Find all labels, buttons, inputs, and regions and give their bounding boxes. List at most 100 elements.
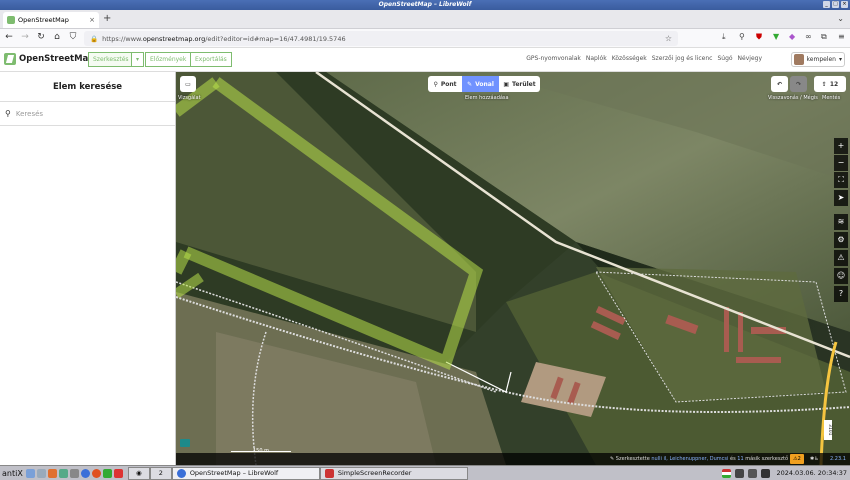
nav-link-diaries[interactable]: Naplók bbox=[586, 55, 607, 62]
avatar bbox=[794, 54, 804, 65]
preferences-icon[interactable]: ☺ bbox=[834, 268, 848, 284]
network-icon[interactable] bbox=[748, 468, 758, 478]
system-tray: 2024.03.06. 20:34:37 bbox=[721, 468, 850, 478]
volume-icon[interactable] bbox=[735, 468, 745, 478]
extension-c-icon[interactable]: ◆ bbox=[789, 32, 795, 41]
url-text: https://www.openstreetmap.org/edit?edito… bbox=[102, 34, 346, 43]
add-point-button[interactable]: ⚲ Pont bbox=[428, 76, 462, 92]
tab-close-icon[interactable]: × bbox=[89, 16, 95, 24]
reload-icon[interactable]: ↻ bbox=[35, 32, 47, 42]
media-icon[interactable] bbox=[113, 468, 123, 478]
map-pin-icon: ⚲ bbox=[433, 80, 438, 88]
undo-button[interactable]: ↶ bbox=[771, 76, 788, 92]
shield-icon[interactable]: ⛉ bbox=[67, 32, 79, 42]
bookmark-star-icon[interactable]: ☆ bbox=[665, 34, 672, 43]
clock[interactable]: 2024.03.06. 20:34:37 bbox=[773, 469, 850, 477]
osm-favicon-icon bbox=[7, 16, 15, 24]
view-label: Vizsgálat bbox=[178, 95, 201, 101]
taskbar-window-recorder[interactable]: SimpleScreenRecorder bbox=[319, 466, 468, 480]
help-icon[interactable]: ? bbox=[834, 286, 848, 302]
browser-icon[interactable] bbox=[80, 468, 90, 478]
toggle-sidebar-button[interactable]: ▭ bbox=[180, 76, 196, 92]
pencil-icon: ✎ bbox=[467, 80, 473, 88]
librewolf-launcher-icon[interactable]: ◉ bbox=[127, 466, 150, 480]
imagery-logo-icon bbox=[180, 439, 190, 447]
export-button[interactable]: Exportálás bbox=[190, 52, 232, 67]
feature-search[interactable]: ⚲ Keresés bbox=[0, 102, 175, 126]
background-layers-icon[interactable]: ≋ bbox=[834, 214, 848, 230]
sidebar: Elem keresése ⚲ Keresés bbox=[0, 72, 176, 465]
extension-d-icon[interactable]: ∞ bbox=[805, 32, 812, 41]
redo-button[interactable]: ↷ bbox=[790, 76, 807, 92]
zoom-out-icon[interactable]: − bbox=[834, 155, 848, 171]
search-input[interactable]: Keresés bbox=[16, 110, 43, 118]
search-icon: ⚲ bbox=[5, 109, 11, 118]
nav-link-gps-traces[interactable]: GPS-nyomvonalak bbox=[526, 55, 581, 62]
edit-dropdown-button[interactable]: ▾ bbox=[131, 52, 144, 67]
terminal-icon[interactable] bbox=[25, 468, 35, 478]
issues-badge[interactable]: ⚠2 bbox=[790, 454, 804, 464]
extension-a-icon[interactable]: ⚲ bbox=[739, 32, 745, 41]
minimize-icon[interactable]: _ bbox=[823, 1, 830, 8]
new-tab-button[interactable]: + bbox=[103, 13, 111, 24]
zoom-in-icon[interactable]: + bbox=[834, 138, 848, 154]
back-arrow-icon[interactable]: ← bbox=[3, 32, 15, 42]
chevron-down-icon: ▾ bbox=[838, 56, 842, 63]
ublock-icon[interactable]: ⛊ bbox=[756, 32, 762, 42]
navigation-bar: ← → ↻ ⌂ ⛉ 🔒 https://www.openstreetmap.or… bbox=[0, 29, 850, 48]
map-canvas[interactable]: ▭ Vizsgálat ⚲ Pont ✎ Vonal ▣ Terület Elem h… bbox=[176, 72, 850, 465]
road-ref-shield: 3101 bbox=[824, 420, 832, 440]
map-footer: 150 m ✎ Szerkesztette nulli il, Leichenu… bbox=[176, 439, 850, 465]
satellite-imagery bbox=[176, 72, 850, 465]
close-icon[interactable]: × bbox=[841, 1, 848, 8]
download-icon[interactable]: ⤓ bbox=[722, 32, 726, 42]
tab-bar: OpenStreetMap × + ⌄ bbox=[0, 10, 850, 29]
workspace-switcher[interactable]: 2 bbox=[149, 466, 172, 480]
accessibility-icon[interactable]: ✱♿ bbox=[810, 453, 819, 465]
nav-link-copyright[interactable]: Szerzői jog és licenc bbox=[652, 55, 713, 62]
history-button[interactable]: Előzmények bbox=[145, 52, 192, 67]
taskbar-window-librewolf[interactable]: OpenStreetMap – LibreWolf bbox=[171, 466, 320, 480]
issues-warning-icon[interactable]: ⚠ bbox=[834, 250, 848, 266]
editor-icon[interactable] bbox=[58, 468, 68, 478]
home-icon[interactable]: ⌂ bbox=[51, 32, 63, 42]
attribution-editors-link[interactable]: nulli il, Leichenuppner, Dumcsi bbox=[651, 456, 728, 462]
save-button[interactable]: ⇪ 12 bbox=[814, 76, 846, 92]
battery-icon[interactable] bbox=[761, 468, 771, 478]
edit-button[interactable]: Szerkesztés bbox=[88, 52, 134, 67]
nav-link-communities[interactable]: Közösségek bbox=[612, 55, 647, 62]
keyboard-layout-icon[interactable] bbox=[722, 468, 732, 478]
osm-logo[interactable]: OpenStreetMap bbox=[4, 53, 94, 65]
extensions-puzzle-icon[interactable]: ⧉ bbox=[821, 32, 827, 42]
tab-list-chevron-icon[interactable]: ⌄ bbox=[837, 14, 844, 23]
user-menu[interactable]: kempelen ▾ bbox=[791, 52, 845, 67]
attribution-text: ✎ Szerkesztette nulli il, Leichenuppner,… bbox=[610, 456, 789, 462]
start-button[interactable]: antiX bbox=[0, 469, 25, 478]
zoom-to-selection-icon[interactable]: ⛶ bbox=[834, 172, 848, 188]
upload-icon: ⇪ bbox=[821, 80, 827, 88]
forward-arrow-icon[interactable]: → bbox=[19, 32, 31, 42]
menu-icon[interactable]: ≡ bbox=[838, 32, 845, 41]
extension-b-icon[interactable]: ▼ bbox=[773, 32, 779, 41]
maximize-icon[interactable]: □ bbox=[832, 1, 839, 8]
app-launcher-icon[interactable] bbox=[47, 468, 57, 478]
save-label: Mentés bbox=[822, 95, 841, 101]
tools-icon[interactable] bbox=[69, 468, 79, 478]
add-feature-label: Elem hozzáadása bbox=[465, 95, 509, 101]
tab-openstreetmap[interactable]: OpenStreetMap × bbox=[3, 12, 99, 28]
geolocate-icon[interactable]: ➤ bbox=[834, 190, 848, 206]
nav-link-help[interactable]: Súgó bbox=[717, 55, 732, 62]
nav-link-about[interactable]: Névjegy bbox=[738, 55, 762, 62]
url-bar[interactable]: 🔒 https://www.openstreetmap.org/edit?edi… bbox=[84, 31, 678, 46]
firefox-icon[interactable] bbox=[91, 468, 101, 478]
add-line-button[interactable]: ✎ Vonal bbox=[462, 76, 499, 92]
taskbar: antiX ◉ 2 OpenStreetMap – LibreWolf Simp… bbox=[0, 465, 850, 480]
map-data-icon[interactable]: ⚙ bbox=[834, 232, 848, 248]
window-titlebar: OpenStreetMap – LibreWolf _ □ × bbox=[0, 0, 850, 10]
recorder-icon bbox=[324, 468, 334, 478]
version-label[interactable]: 2.23.1 bbox=[830, 453, 846, 465]
file-manager-icon[interactable] bbox=[36, 468, 46, 478]
add-area-button[interactable]: ▣ Terület bbox=[499, 76, 540, 92]
scale-label: 150 m bbox=[253, 448, 270, 454]
torrent-icon[interactable] bbox=[102, 468, 112, 478]
